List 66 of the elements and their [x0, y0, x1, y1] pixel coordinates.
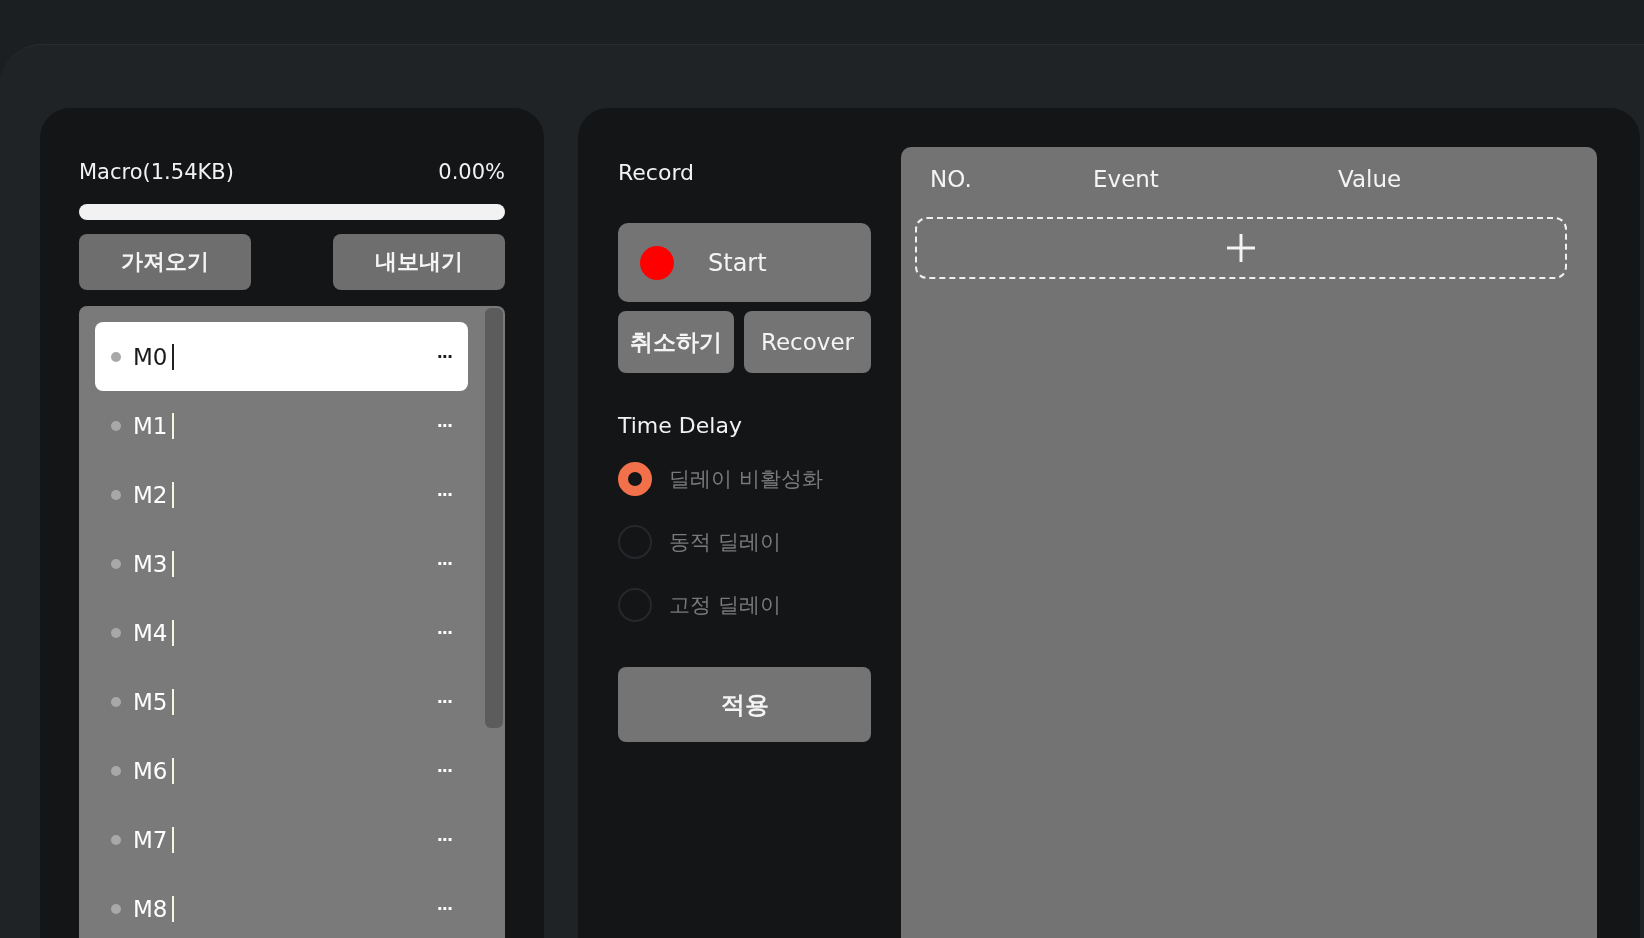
- macro-name: M1: [133, 412, 168, 439]
- macro-name: M5: [133, 688, 168, 715]
- export-button[interactable]: 내보내기: [333, 234, 505, 290]
- macro-item[interactable]: M8 ···: [95, 874, 468, 938]
- macro-name: M4: [133, 619, 168, 646]
- record-title: Record: [618, 160, 695, 185]
- time-delay-title: Time Delay: [618, 413, 743, 438]
- bullet-icon: [111, 834, 121, 845]
- record-icon: [640, 245, 674, 280]
- macro-name: M0: [133, 343, 168, 370]
- more-menu[interactable]: ···: [436, 692, 452, 711]
- text-cursor: [172, 619, 175, 646]
- start-button[interactable]: Start: [618, 223, 871, 302]
- macro-item[interactable]: M2 ···: [95, 460, 468, 529]
- bullet-icon: [111, 558, 121, 569]
- more-menu[interactable]: ···: [436, 347, 452, 366]
- column-header: Value: [1338, 166, 1403, 192]
- text-cursor: [172, 412, 175, 439]
- radio-label: 고정 딜레이: [669, 591, 781, 619]
- radio-label: 딜레이 비활성화: [669, 465, 823, 493]
- recover-button[interactable]: Recover: [744, 311, 871, 373]
- column-header: NO.: [930, 166, 973, 192]
- macro-name: M6: [133, 757, 168, 784]
- macro-item[interactable]: M0 ···: [95, 322, 468, 391]
- import-button[interactable]: 가져오기: [79, 234, 251, 290]
- macro-name: M8: [133, 895, 168, 922]
- bullet-icon: [111, 627, 121, 638]
- radio-label: 동적 딜레이: [669, 528, 781, 556]
- bullet-icon: [111, 903, 121, 914]
- bullet-icon: [111, 420, 121, 431]
- macro-item[interactable]: M3 ···: [95, 529, 468, 598]
- more-menu[interactable]: ···: [436, 899, 452, 918]
- text-cursor: [172, 343, 175, 370]
- macro-item[interactable]: M5 ···: [95, 667, 468, 736]
- macro-item[interactable]: M1 ···: [95, 391, 468, 460]
- apply-button[interactable]: 적용: [618, 667, 871, 742]
- plus-icon: [1226, 233, 1256, 263]
- bullet-icon: [111, 765, 121, 776]
- bullet-icon: [111, 489, 121, 500]
- macro-name: M3: [133, 550, 168, 577]
- macro-title: Macro(1.54KB): [79, 160, 234, 184]
- text-cursor: [172, 757, 175, 784]
- text-cursor: [172, 688, 175, 715]
- text-cursor: [172, 895, 175, 922]
- more-menu[interactable]: ···: [436, 830, 452, 849]
- column-header: Event: [1093, 166, 1160, 192]
- text-cursor: [172, 826, 175, 853]
- more-menu[interactable]: ···: [436, 761, 452, 780]
- more-menu[interactable]: ···: [436, 554, 452, 573]
- macro-name: M2: [133, 481, 168, 508]
- more-menu[interactable]: ···: [436, 416, 452, 435]
- more-menu[interactable]: ···: [436, 485, 452, 504]
- usage-percent: 0.00%: [438, 160, 505, 184]
- scrollbar-thumb[interactable]: [485, 308, 503, 728]
- macro-item[interactable]: M6 ···: [95, 736, 468, 805]
- cancel-button[interactable]: 취소하기: [618, 311, 734, 373]
- macro-name: M7: [133, 826, 168, 853]
- more-menu[interactable]: ···: [436, 623, 452, 642]
- text-cursor: [172, 550, 175, 577]
- macro-item[interactable]: M7 ···: [95, 805, 468, 874]
- radio-button[interactable]: [618, 461, 652, 496]
- macro-item[interactable]: M4 ···: [95, 598, 468, 667]
- add-event-button[interactable]: [915, 217, 1567, 279]
- text-cursor: [172, 481, 175, 508]
- bullet-icon: [111, 696, 121, 707]
- bullet-icon: [111, 351, 121, 362]
